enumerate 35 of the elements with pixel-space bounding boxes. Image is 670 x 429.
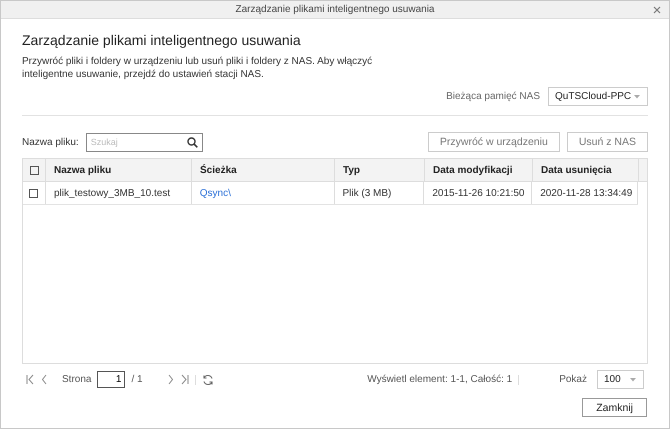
item-count: Wyświetl element: 1-1, Całość: 1	[367, 374, 512, 385]
caret-icon	[634, 94, 640, 98]
column-header[interactable]: Ścieżka	[192, 159, 335, 181]
table-cell: Plik (3 MB)	[334, 182, 424, 204]
page-size-label: Pokaż	[559, 374, 587, 385]
select-all-checkbox[interactable]	[30, 166, 38, 174]
column-header[interactable]: Typ	[335, 159, 425, 181]
page-input[interactable]: 1	[97, 371, 126, 388]
row-checkbox[interactable]	[29, 188, 38, 198]
first-page-icon[interactable]	[26, 374, 35, 385]
column-header[interactable]: Nazwa pliku	[46, 159, 192, 181]
table-cell: 2020-11-28 13:34:49	[532, 182, 638, 204]
nas-label: Bieżąca pamięć NAS	[446, 91, 540, 102]
window-title: Zarządzanie plikami inteligentnego usuwania	[235, 4, 434, 15]
table-cell: plik_testowy_3MB_10.test	[46, 182, 192, 204]
refresh-icon[interactable]	[202, 374, 214, 386]
dialog-heading: Zarządzanie plikami inteligentnego usuwania	[22, 32, 302, 48]
previous-page-icon[interactable]	[41, 374, 48, 385]
total-pages: / 1	[131, 374, 143, 385]
column-header[interactable]: Data modyfikacji	[425, 159, 533, 181]
column-header[interactable]: Data usunięcia	[533, 159, 639, 181]
page-size-dropdown[interactable]: 100	[597, 370, 644, 389]
path-link[interactable]: Qsync\	[192, 182, 334, 204]
search-label: Nazwa pliku:	[22, 136, 79, 148]
page-label: Strona	[62, 374, 92, 385]
search-icon	[186, 136, 198, 148]
description-text: Przywróć pliki i foldery w urządzeniu lub usuń pliki i foldery z NAS. Aby włączyć inteligentne usuwanie, przejdź do ustawień stacji NAS.	[22, 55, 374, 81]
close-icon[interactable]	[653, 6, 661, 14]
table-cell: 2015-11-26 10:21:50	[424, 182, 532, 204]
close-button[interactable]: Zamknij	[582, 398, 647, 417]
last-page-icon[interactable]	[180, 374, 189, 385]
next-page-icon[interactable]	[166, 374, 174, 385]
search-field[interactable]: Szukaj	[86, 132, 203, 152]
caret-icon	[630, 378, 636, 382]
nas-dropdown[interactable]: QuTSCloud-PPC	[548, 87, 648, 106]
